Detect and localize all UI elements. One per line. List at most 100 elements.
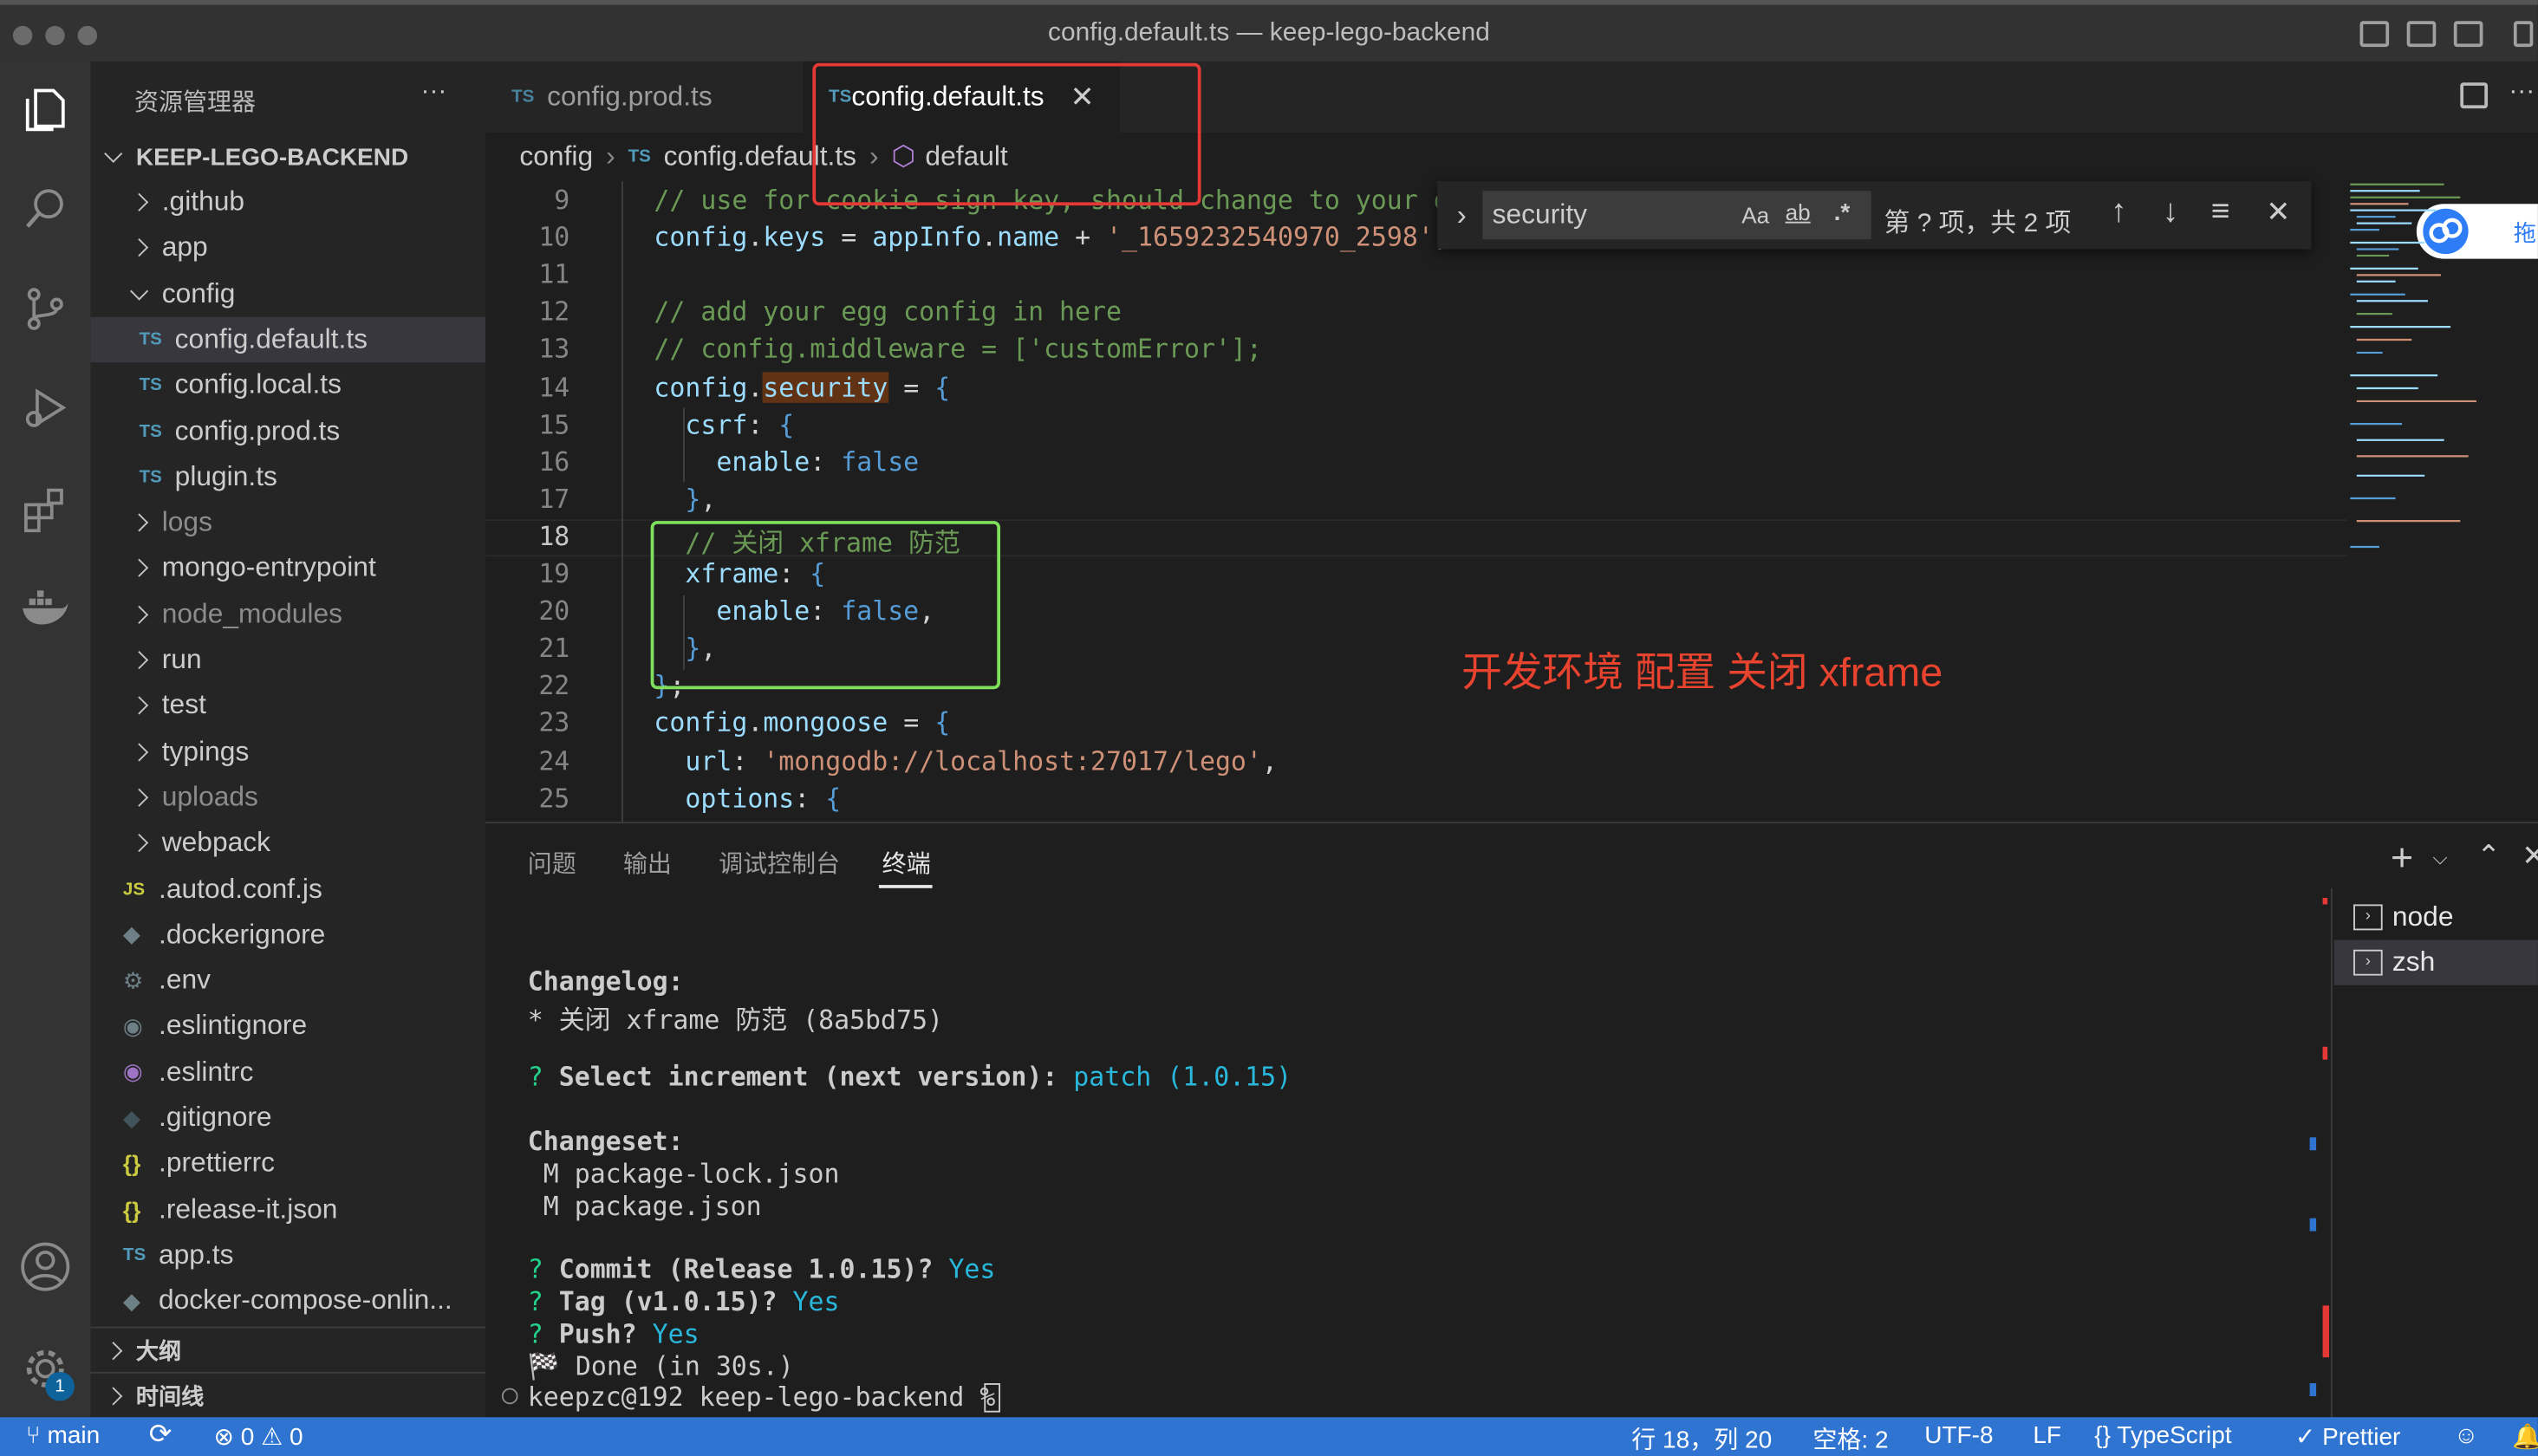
- code-editor[interactable]: 9// use for cookie sign key, should chan…: [485, 181, 2347, 822]
- maximize-panel-icon[interactable]: ⌃: [2476, 840, 2501, 874]
- file-tree-item[interactable]: {} .prettierrc: [91, 1141, 486, 1186]
- ts-file-icon: TS: [139, 467, 162, 487]
- file-tree-item[interactable]: TS config.default.ts: [90, 316, 486, 362]
- toggle-sidebar-icon[interactable]: [2359, 21, 2390, 48]
- panel-tab-terminal[interactable]: 终端: [882, 846, 931, 880]
- code-token: false: [841, 445, 920, 478]
- file-tree-item[interactable]: logs: [91, 500, 486, 545]
- tab-config-prod[interactable]: TS config.prod.ts: [485, 62, 803, 133]
- chevron-down-icon: [104, 144, 123, 163]
- match-whole-word-icon[interactable]: ab: [1786, 199, 1811, 225]
- error-count: 0: [240, 1423, 255, 1452]
- terminal-text: keepzc@192 keep-lego-backend %: [527, 1381, 1012, 1414]
- file-tree-item-label: app: [161, 231, 208, 263]
- new-terminal-icon[interactable]: +: [2391, 836, 2413, 881]
- panel-tab-problems[interactable]: 问题: [528, 846, 576, 880]
- file-tree-item[interactable]: test: [91, 683, 486, 728]
- file-tree-item[interactable]: node_modules: [91, 592, 486, 637]
- timeline-section[interactable]: 时间线: [91, 1374, 486, 1419]
- terminal-line: ? Push? Yes: [528, 1318, 700, 1349]
- toggle-panel-icon[interactable]: [2406, 21, 2437, 48]
- check-double-icon: ✓: [2294, 1423, 2316, 1452]
- file-tree-item-label: .gitignore: [158, 1102, 272, 1133]
- file-tree-item[interactable]: uploads: [91, 775, 486, 820]
- cursor-position[interactable]: 行 18，列 20: [1631, 1422, 1772, 1456]
- feedback-icon[interactable]: ☺: [2454, 1422, 2479, 1450]
- terminal-list-item-zsh[interactable]: › zsh: [2333, 939, 2538, 985]
- file-tree-item[interactable]: ◆ docker-compose-onlin...: [91, 1278, 486, 1323]
- line-number: 16: [538, 445, 570, 478]
- panel-tab-debug-console[interactable]: 调试控制台: [719, 846, 840, 880]
- file-tree-item[interactable]: typings: [91, 729, 486, 774]
- file-tree-item[interactable]: app: [91, 225, 486, 270]
- customize-layout-icon[interactable]: [2513, 21, 2534, 48]
- file-tree-item-label: config.prod.ts: [174, 414, 341, 446]
- file-tree-item[interactable]: run: [91, 637, 486, 682]
- editor-more-icon[interactable]: ···: [2509, 78, 2535, 107]
- terminal-line: keepzc@192 keep-lego-backend %: [528, 1382, 1012, 1413]
- file-tree-item[interactable]: ◆ .gitignore: [91, 1095, 486, 1141]
- file-tree-item[interactable]: webpack: [91, 821, 486, 866]
- prettier-status[interactable]: ✓ Prettier: [2295, 1422, 2401, 1452]
- file-tree-item[interactable]: mongo-entrypoint: [91, 546, 486, 591]
- account-icon[interactable]: [13, 1234, 78, 1299]
- run-debug-icon[interactable]: [13, 375, 78, 440]
- chevron-right-icon: ›: [606, 140, 615, 172]
- close-find-icon[interactable]: ✕: [2266, 196, 2290, 230]
- search-icon[interactable]: [13, 176, 78, 241]
- language-status[interactable]: {} TypeScript: [2094, 1422, 2231, 1450]
- panel-tab-output[interactable]: 输出: [623, 846, 672, 880]
- explorer-icon[interactable]: [13, 78, 78, 143]
- find-input[interactable]: security Aa ab .*: [1482, 191, 1871, 240]
- encoding-status[interactable]: UTF-8: [1924, 1422, 1993, 1450]
- code-line: },: [654, 484, 716, 514]
- explorer-more-icon[interactable]: ···: [420, 78, 446, 107]
- terminal-text: 🏁 Done (in 30s.): [527, 1349, 794, 1381]
- toggle-secondary-sidebar-icon[interactable]: [2453, 21, 2483, 48]
- find-in-selection-icon[interactable]: ≡: [2211, 194, 2230, 231]
- previous-match-icon[interactable]: ↑: [2111, 194, 2127, 231]
- file-tree-item[interactable]: ⚙ .env: [91, 958, 486, 1003]
- file-tree-item[interactable]: ◆ .dockerignore: [91, 912, 486, 957]
- file-tree-item[interactable]: {} .release-it.json: [91, 1186, 486, 1232]
- outline-section[interactable]: 大纲: [91, 1329, 486, 1374]
- use-regex-icon[interactable]: .*: [1834, 199, 1851, 227]
- terminal-list-item-node[interactable]: › node: [2334, 894, 2538, 939]
- split-editor-icon[interactable]: [2460, 82, 2489, 109]
- match-case-icon[interactable]: Aa: [1741, 202, 1769, 228]
- file-tree-item-label: .prettierrc: [158, 1147, 276, 1179]
- minimap[interactable]: [2347, 181, 2509, 569]
- docker-icon[interactable]: [13, 576, 78, 641]
- notifications-bell-icon[interactable]: 🔔: [2512, 1422, 2538, 1452]
- file-tree-item[interactable]: config: [91, 271, 486, 316]
- file-tree-item-label: node_modules: [161, 598, 342, 629]
- file-tree-item[interactable]: .github: [91, 179, 486, 224]
- file-tree-item[interactable]: JS .autod.conf.js: [91, 867, 486, 912]
- activity-bar: 1: [0, 61, 91, 1418]
- file-tree-item-label: .eslintrc: [158, 1056, 254, 1087]
- indentation-status[interactable]: 空格: 2: [1812, 1422, 1888, 1456]
- file-tree-item-label: config.default.ts: [174, 323, 368, 354]
- ts-file-icon: TS: [628, 146, 651, 167]
- close-panel-icon[interactable]: ✕: [2522, 840, 2538, 874]
- terminal-scrollbar[interactable]: [2309, 888, 2333, 1456]
- file-tree-item[interactable]: TS config.local.ts: [91, 362, 486, 407]
- toggle-replace-icon[interactable]: ›: [1457, 199, 1467, 233]
- source-control-icon[interactable]: [13, 276, 78, 341]
- sync-icon[interactable]: ⟳: [149, 1419, 172, 1451]
- extensions-icon[interactable]: [13, 478, 78, 543]
- branch-status[interactable]: ⑂ main: [26, 1422, 100, 1450]
- file-tree-item[interactable]: ◉ .eslintignore: [91, 1004, 486, 1049]
- breadcrumb-folder[interactable]: config: [519, 140, 593, 172]
- file-tree-item[interactable]: TS plugin.ts: [91, 454, 486, 499]
- eol-status[interactable]: LF: [2033, 1422, 2061, 1450]
- file-tree-item[interactable]: TS app.ts: [91, 1232, 486, 1277]
- git-icon: ◆: [122, 1104, 141, 1130]
- file-tree-item[interactable]: ◉ .eslintrc: [91, 1050, 486, 1095]
- file-tree-item[interactable]: TS config.prod.ts: [91, 408, 486, 453]
- terminal-dropdown-icon[interactable]: ⌵: [2433, 846, 2448, 870]
- problems-status[interactable]: ⊗ 0 ⚠ 0: [213, 1422, 303, 1452]
- workspace-root[interactable]: KEEP-LEGO-BACKEND: [91, 134, 486, 179]
- next-match-icon[interactable]: ↓: [2163, 194, 2179, 231]
- line-number: 15: [538, 408, 570, 439]
